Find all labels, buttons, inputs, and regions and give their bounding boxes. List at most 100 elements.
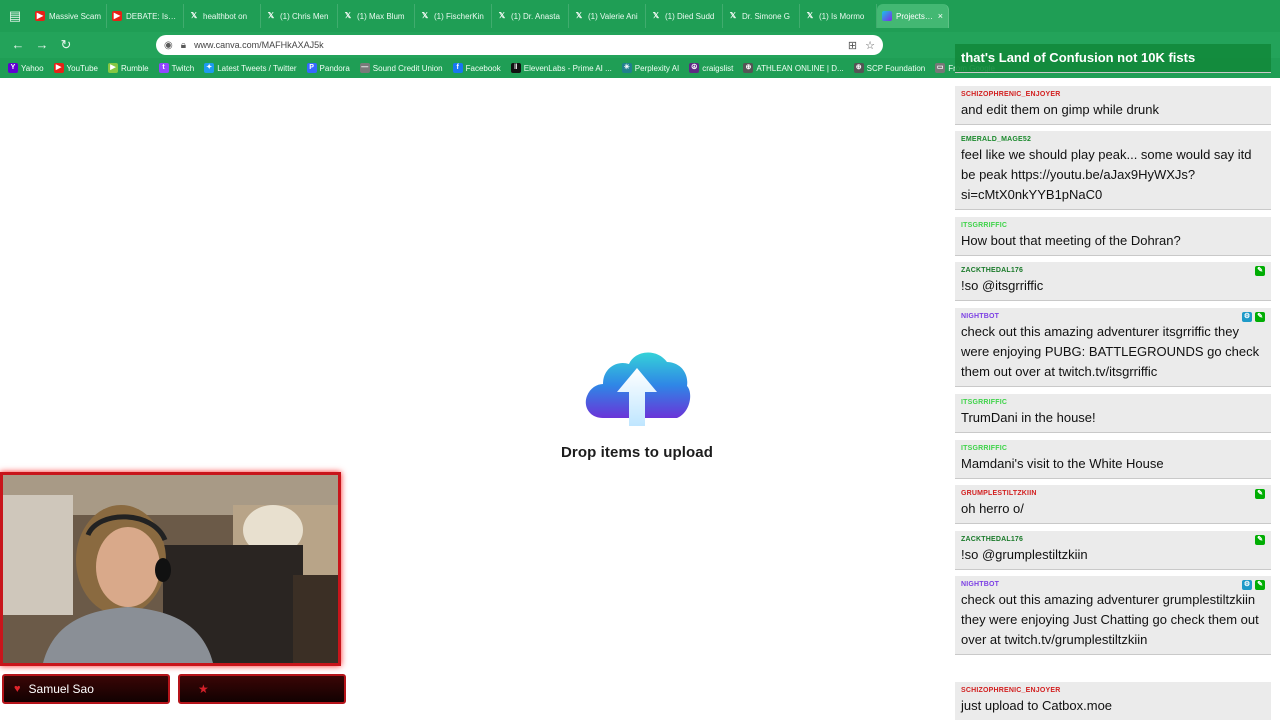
close-tab-icon[interactable]: × xyxy=(938,11,943,21)
browser-tab[interactable]: 𝕏healthbot on xyxy=(184,4,261,28)
browser-tab[interactable]: 𝕏 (1) Max Blum xyxy=(338,4,415,28)
upload-dropzone[interactable]: Drop items to upload xyxy=(527,268,747,508)
chat-username[interactable]: ITSGRRIFFIC xyxy=(961,398,1265,408)
bookmark-item[interactable]: — Sound Credit Union xyxy=(359,63,443,73)
chat-message: ITSGRRIFFIC How bout that meeting of the … xyxy=(955,217,1271,256)
tab-label: (1) Died Sudd xyxy=(665,11,715,21)
bookmark-item[interactable]: ▶ Rumble xyxy=(107,63,149,73)
chat-message: GRUMPLESTILTZKIIN oh herro o/ ✎ xyxy=(955,485,1271,524)
browser-tab[interactable]: 𝕏 (1) Dr. Anasta xyxy=(492,4,569,28)
moderator-badge-icon: ✎ xyxy=(1255,312,1265,322)
drop-items-label: Drop items to upload xyxy=(561,444,713,461)
bookmark-item[interactable]: ⊕ SCP Foundation xyxy=(853,63,926,73)
twitch-icon: t xyxy=(158,63,169,73)
bookmark-label: ElevenLabs - Prime AI ... xyxy=(523,63,612,73)
bookmark-label: Yahoo xyxy=(21,63,44,73)
moderator-badge-icon: ✎ xyxy=(1255,489,1265,499)
heart-icon: ♥ xyxy=(14,683,21,695)
x-icon: 𝕏 xyxy=(729,11,737,20)
chat-message: ZACKTHEDAL176 !so @grumplestiltzkiin ✎ xyxy=(955,531,1271,570)
elevenlabs-icon: ‖ xyxy=(510,63,521,73)
bookmark-star-icon[interactable]: ☆ xyxy=(865,39,875,52)
chat-text: check out this amazing adventurer itsgrr… xyxy=(961,324,1260,379)
tab-search-icon[interactable]: ▤ xyxy=(6,7,24,25)
x-icon: 𝕏 xyxy=(652,11,660,20)
bookmark-item[interactable]: P Pandora xyxy=(306,63,350,73)
bookmark-item[interactable]: t Twitch xyxy=(158,63,195,73)
browser-tab[interactable]: ▶ Massive Scam xyxy=(30,4,107,28)
canva-icon xyxy=(882,11,892,21)
x-icon: 𝕏 xyxy=(267,11,275,20)
back-icon[interactable]: ← xyxy=(6,35,30,55)
forward-icon[interactable]: → xyxy=(30,35,54,55)
chat-message: SCHIZOPHRENIC_ENJOYER just upload to Catb… xyxy=(955,682,1271,720)
browser-tab[interactable]: 𝕏 (1) Is Mormo xyxy=(800,4,877,28)
bookmark-item[interactable]: ▶ YouTube xyxy=(53,63,98,73)
dash-icon: — xyxy=(359,63,370,73)
x-icon: 𝕏 xyxy=(575,11,583,20)
streamer-namebar: ♥ Samuel Sao xyxy=(2,674,170,704)
tab-label: DEBATE: Is Fe xyxy=(126,11,178,21)
browser-tab[interactable]: 𝕏 Dr. Simone G xyxy=(723,4,800,28)
chat-username[interactable]: EMERALD_MAGE52 xyxy=(961,135,1265,145)
chat-username[interactable]: ITSGRRIFFIC xyxy=(961,444,1265,454)
chat-text: oh herro o/ xyxy=(961,501,1024,516)
chat-message: NIGHTBOT check out this amazing adventure… xyxy=(955,308,1271,387)
bookmark-label: Twitch xyxy=(171,63,195,73)
star-icon: ★ xyxy=(198,682,209,696)
pandora-icon: P xyxy=(306,63,317,73)
x-icon: 𝕏 xyxy=(498,11,506,20)
chat-message: ITSGRRIFFIC Mamdani's visit to the White … xyxy=(955,440,1271,479)
chat-username[interactable]: ITSGRRIFFIC xyxy=(961,221,1265,231)
bookmark-label: Perplexity AI xyxy=(634,63,680,73)
chat-username[interactable]: SCHIZOPHRENIC_ENJOYER xyxy=(961,90,1265,100)
browser-tab[interactable]: 𝕏 (1) Died Sudd xyxy=(646,4,723,28)
chat-username[interactable]: SCHIZOPHRENIC_ENJOYER xyxy=(961,686,1265,696)
bot-badge-icon: ⚙ xyxy=(1242,312,1252,322)
bookmark-label: SCP Foundation xyxy=(866,63,926,73)
tab-label: Dr. Simone G xyxy=(742,11,791,21)
chat-badges: ⚙ ✎ xyxy=(1242,312,1265,322)
chat-username[interactable]: ZACKTHEDAL176 xyxy=(961,266,1265,276)
tab-label: (1) Valerie Ani xyxy=(588,11,638,21)
x-icon: 𝕏 xyxy=(806,11,814,20)
bookmark-item[interactable]: f Facebook xyxy=(452,63,501,73)
bookmark-item[interactable]: ⊕ ATHLEAN ONLINE | D... xyxy=(743,63,844,73)
chat-badges: ✎ xyxy=(1255,266,1265,276)
browser-tab[interactable]: 𝕏 (1) Valerie Ani xyxy=(569,4,646,28)
bookmark-item[interactable]: ✳ Perplexity AI xyxy=(621,63,680,73)
bookmark-item[interactable]: ✦ Latest Tweets / Twitter xyxy=(204,63,297,73)
chat-text: !so @grumplestiltzkiin xyxy=(961,547,1088,562)
browser-tab[interactable]: ▶ DEBATE: Is Fe xyxy=(107,4,184,28)
moderator-badge-icon: ✎ xyxy=(1255,535,1265,545)
bookmark-item[interactable]: Y Yahoo xyxy=(8,63,44,73)
chat-username[interactable]: ZACKTHEDAL176 xyxy=(961,535,1265,545)
youtube-icon: ▶ xyxy=(53,63,64,73)
chat-username[interactable]: GRUMPLESTILTZKIIN xyxy=(961,489,1265,499)
browser-tab[interactable]: 𝕏 (1) FischerKin xyxy=(415,4,492,28)
x-icon: 𝕏 xyxy=(421,11,429,20)
reload-icon[interactable]: ↻ xyxy=(54,35,78,55)
url-text[interactable]: www.canva.com/MAFHkAXAJ5k xyxy=(194,40,840,50)
peace-icon: ☮ xyxy=(689,63,700,73)
chat-badges: ✎ xyxy=(1255,535,1265,545)
browser-tab[interactable]: Projects - C × xyxy=(877,4,949,28)
bookmark-label: Facebook xyxy=(465,63,501,73)
folder-icon: ▭ xyxy=(935,63,946,73)
cloud-upload-icon xyxy=(585,352,691,426)
bookmark-item[interactable]: ☮ craigslist xyxy=(689,63,733,73)
chat-username[interactable]: NIGHTBOT xyxy=(961,312,1265,322)
install-icon[interactable]: ⊞ xyxy=(848,39,857,52)
chat-text: check out this amazing adventurer grumpl… xyxy=(961,592,1259,647)
chat-badges: ✎ xyxy=(1255,489,1265,499)
bookmark-label: Rumble xyxy=(120,63,149,73)
bookmark-item[interactable]: ‖ ElevenLabs - Prime AI ... xyxy=(510,63,612,73)
chat-text: Mamdani's visit to the White House xyxy=(961,456,1164,471)
site-info-icon[interactable]: ◉ xyxy=(164,40,173,51)
browser-tab[interactable]: 𝕏 (1) Chris Men xyxy=(261,4,338,28)
address-bar[interactable]: ◉ 🔒︎ www.canva.com/MAFHkAXAJ5k ⊞ ☆ xyxy=(156,35,883,55)
tab-label: (1) Chris Men xyxy=(280,11,329,21)
chat-username[interactable]: NIGHTBOT xyxy=(961,580,1265,590)
webcam-feed-image xyxy=(3,475,338,663)
perplexity-icon: ✳ xyxy=(621,63,632,73)
